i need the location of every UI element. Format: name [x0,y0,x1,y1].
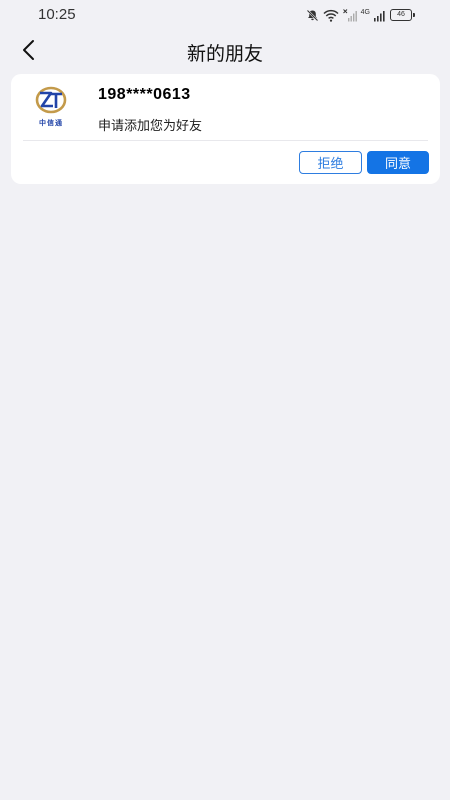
status-icons: 4G 46 [306,8,415,22]
battery-icon: 46 [390,9,415,21]
avatar-label: 中信通 [39,120,63,127]
avatar[interactable]: 中信通 [33,86,69,128]
friend-phone: 198****0613 [98,86,191,103]
page-title: 新的朋友 [186,44,263,65]
accept-button[interactable]: 同意 [367,151,429,174]
status-time: 10:25 [38,6,76,23]
friend-request-message: 申请添加您为好友 [98,118,203,133]
divider [23,140,428,141]
friend-request-card: 中信通 198****0613 申请添加您为好友 拒绝 同意 [11,74,440,184]
signal-icon [374,9,386,22]
no-signal-icon [342,8,357,22]
wifi-icon [323,9,339,22]
network-type-label: 4G [360,8,370,16]
header: 新的朋友 [0,30,450,74]
status-bar: 10:25 4G 46 [0,0,450,30]
reject-button[interactable]: 拒绝 [299,151,362,174]
mute-bell-icon [306,9,319,22]
